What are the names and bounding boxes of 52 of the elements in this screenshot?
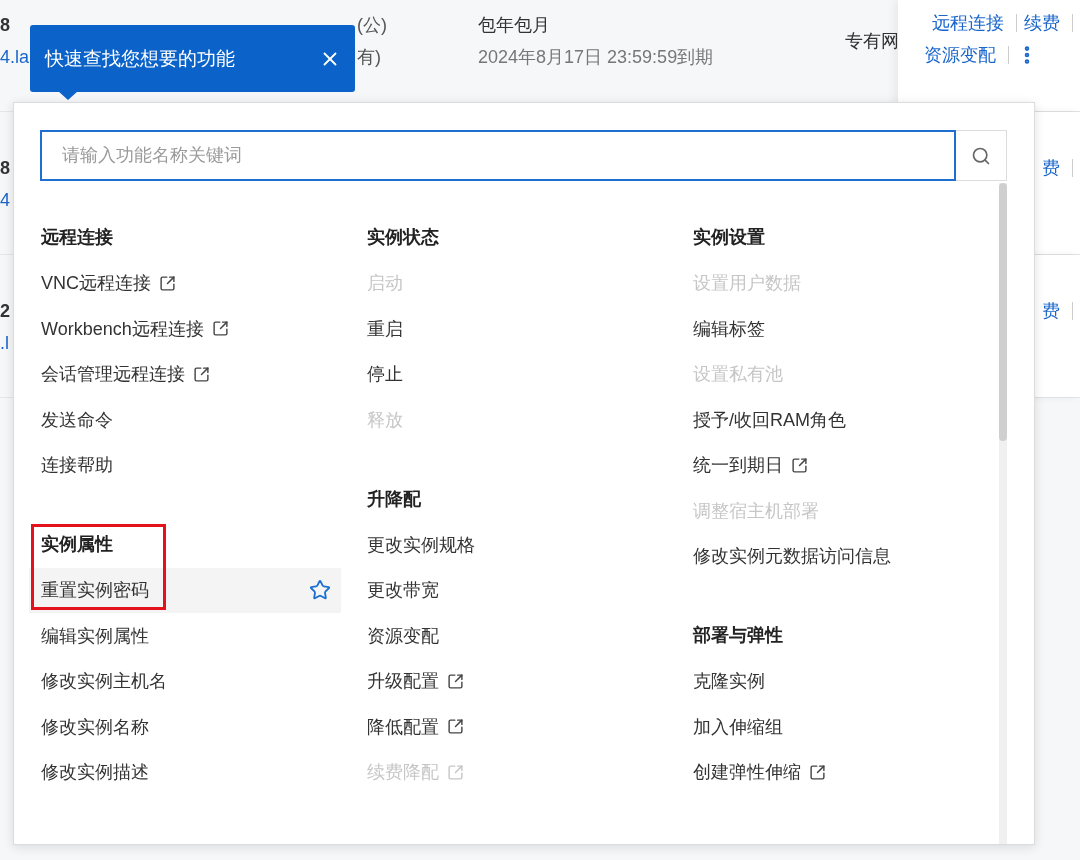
menu-item[interactable]: 编辑实例属性	[29, 613, 341, 659]
menu-item[interactable]: 统一到期日	[681, 442, 993, 488]
menu-item[interactable]: 降低配置	[355, 704, 667, 750]
menu-item[interactable]: 修改实例主机名	[29, 658, 341, 704]
menu-item[interactable]: 克隆实例	[681, 658, 993, 704]
action-link[interactable]: 续费	[1024, 11, 1060, 35]
group-title: 部署与弹性	[692, 624, 784, 647]
scrollbar-thumb[interactable]	[999, 183, 1007, 441]
action-link[interactable]: 费	[1042, 299, 1060, 323]
menu-item[interactable]: VNC远程连接	[29, 260, 341, 306]
menu-item[interactable]: Workbench远程连接	[29, 306, 341, 352]
search-button[interactable]	[956, 130, 1007, 181]
action-link[interactable]: 费	[1042, 156, 1060, 180]
instance-link[interactable]: 4	[0, 188, 10, 212]
menu-item[interactable]: 编辑标签	[681, 306, 993, 352]
menu-item[interactable]: 发送命令	[29, 397, 341, 443]
ip-text: (公)	[357, 14, 387, 37]
ip-note-text: 有)	[357, 46, 381, 69]
menu-item[interactable]: 会话管理远程连接	[29, 351, 341, 397]
menu-item[interactable]: 停止	[355, 351, 667, 397]
spec-text: 8	[0, 157, 10, 180]
spec-text: 2	[0, 300, 10, 323]
action-link[interactable]: 远程连接	[932, 11, 1004, 35]
search-field[interactable]: 请输入功能名称关键词	[40, 130, 956, 181]
menu-item[interactable]: 授予/收回RAM角色	[681, 397, 993, 443]
group-title: 实例属性	[40, 533, 114, 556]
tooltip-text: 快速查找您想要的功能	[45, 46, 235, 71]
menu-item[interactable]: 升级配置	[355, 658, 667, 704]
action-link[interactable]: 资源变配	[924, 43, 996, 67]
menu-item[interactable]: 更改实例规格	[355, 522, 667, 568]
group-title: 远程连接	[40, 226, 114, 249]
menu-item[interactable]: 重启	[355, 306, 667, 352]
group-title: 实例设置	[692, 226, 766, 249]
menu-item[interactable]: 重置实例密码	[29, 567, 341, 613]
menu-item[interactable]: 创建弹性伸缩	[681, 749, 993, 795]
menu-item[interactable]: 连接帮助	[29, 442, 341, 488]
search-icon	[971, 145, 991, 166]
star-icon[interactable]	[309, 579, 331, 602]
spec-text: 8	[0, 14, 10, 37]
menu-item[interactable]: 更改带宽	[355, 567, 667, 613]
menu-item[interactable]: 修改实例描述	[29, 749, 341, 795]
group-title: 实例状态	[366, 226, 440, 249]
menu-item[interactable]: 修改实例名称	[29, 704, 341, 750]
instance-link[interactable]: .l	[0, 331, 9, 355]
menu-item[interactable]: 资源变配	[355, 613, 667, 659]
billing-text: 包年包月	[478, 14, 550, 37]
menu-item[interactable]: 修改实例元数据访问信息	[681, 533, 993, 579]
instance-link[interactable]: 4.la	[0, 45, 30, 69]
menu-item[interactable]: 加入伸缩组	[681, 704, 993, 750]
network-text: 专有网	[845, 30, 898, 53]
group-title: 升降配	[366, 487, 422, 511]
expiry-text: 2024年8月17日 23:59:59到期	[478, 46, 714, 69]
